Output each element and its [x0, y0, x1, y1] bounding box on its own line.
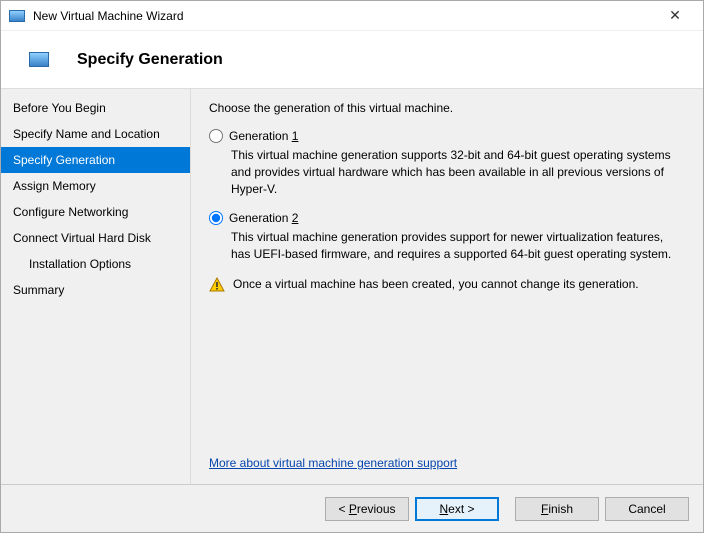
cancel-button[interactable]: Cancel: [605, 497, 689, 521]
wizard-footer: < Previous Next > Finish Cancel: [1, 484, 703, 532]
more-about-generation-link[interactable]: More about virtual machine generation su…: [209, 456, 685, 470]
generation-1-radio[interactable]: [209, 129, 223, 143]
generation-1-option[interactable]: Generation 1: [209, 129, 685, 143]
step-specify-generation[interactable]: Specify Generation: [1, 147, 190, 173]
content-pane: Choose the generation of this virtual ma…: [191, 89, 703, 484]
generation-1-description: This virtual machine generation supports…: [231, 147, 685, 197]
warning-row: Once a virtual machine has been created,…: [209, 277, 685, 293]
step-configure-networking[interactable]: Configure Networking: [1, 199, 190, 225]
generation-2-description: This virtual machine generation provides…: [231, 229, 685, 263]
previous-button[interactable]: < Previous: [325, 497, 409, 521]
wizard-body: Before You Begin Specify Name and Locati…: [1, 89, 703, 484]
wizard-window: New Virtual Machine Wizard ✕ Specify Gen…: [0, 0, 704, 533]
prompt-text: Choose the generation of this virtual ma…: [209, 101, 685, 115]
window-title: New Virtual Machine Wizard: [33, 9, 655, 23]
close-button[interactable]: ✕: [655, 5, 695, 27]
warning-text: Once a virtual machine has been created,…: [233, 277, 639, 291]
generation-2-radio[interactable]: [209, 211, 223, 225]
step-installation-options[interactable]: Installation Options: [1, 251, 190, 277]
warning-icon: [209, 277, 225, 293]
step-specify-name-and-location[interactable]: Specify Name and Location: [1, 121, 190, 147]
page-title: Specify Generation: [77, 51, 223, 69]
finish-button[interactable]: Finish: [515, 497, 599, 521]
titlebar: New Virtual Machine Wizard ✕: [1, 1, 703, 31]
step-connect-virtual-hard-disk[interactable]: Connect Virtual Hard Disk: [1, 225, 190, 251]
step-assign-memory[interactable]: Assign Memory: [1, 173, 190, 199]
step-before-you-begin[interactable]: Before You Begin: [1, 95, 190, 121]
wizard-header: Specify Generation: [1, 31, 703, 89]
close-icon: ✕: [669, 7, 681, 24]
app-icon: [9, 10, 25, 22]
generation-2-label: Generation 2: [229, 211, 298, 225]
step-summary[interactable]: Summary: [1, 277, 190, 303]
generation-2-option[interactable]: Generation 2: [209, 211, 685, 225]
spacer: [209, 293, 685, 456]
steps-sidebar: Before You Begin Specify Name and Locati…: [1, 89, 191, 484]
generation-1-label: Generation 1: [229, 129, 298, 143]
header-icon: [29, 52, 49, 67]
next-button[interactable]: Next >: [415, 497, 499, 521]
